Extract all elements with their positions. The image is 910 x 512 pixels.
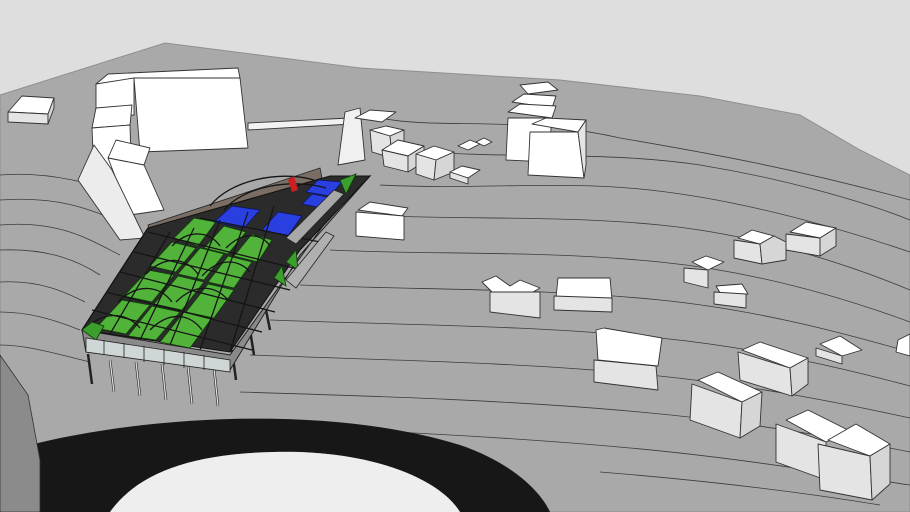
scene-canvas [0, 0, 910, 512]
3d-model-viewport[interactable] [0, 0, 910, 512]
building-mid [355, 201, 409, 241]
